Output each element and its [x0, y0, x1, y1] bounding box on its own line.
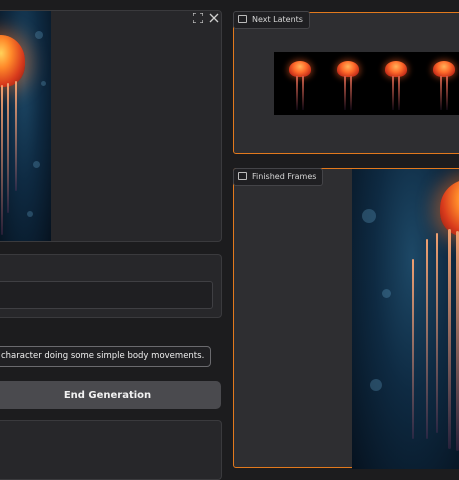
fullscreen-icon[interactable] — [191, 12, 205, 27]
latent-frame — [422, 52, 459, 115]
latent-frame — [278, 52, 324, 115]
image-icon — [238, 15, 247, 23]
video-icon — [238, 172, 247, 180]
finished-frame-video[interactable] — [352, 169, 459, 469]
latents-strip — [274, 52, 459, 115]
finished-frames-panel — [233, 168, 459, 469]
prompt-panel — [0, 254, 222, 318]
latent-frame — [374, 52, 420, 115]
next-latents-panel — [233, 12, 459, 154]
prompt-input[interactable] — [0, 281, 213, 309]
latent-frame — [326, 52, 372, 115]
settings-panel — [0, 420, 222, 480]
input-image — [0, 11, 51, 241]
example-prompt-text: character doing some simple body movemen… — [1, 351, 205, 361]
next-latents-label: Next Latents — [233, 11, 310, 29]
example-prompt-chip[interactable]: character doing some simple body movemen… — [0, 346, 212, 367]
input-image-panel — [0, 10, 222, 242]
end-generation-button[interactable]: End Generation — [0, 381, 221, 409]
finished-frames-label: Finished Frames — [233, 168, 324, 186]
close-icon[interactable] — [207, 13, 221, 27]
